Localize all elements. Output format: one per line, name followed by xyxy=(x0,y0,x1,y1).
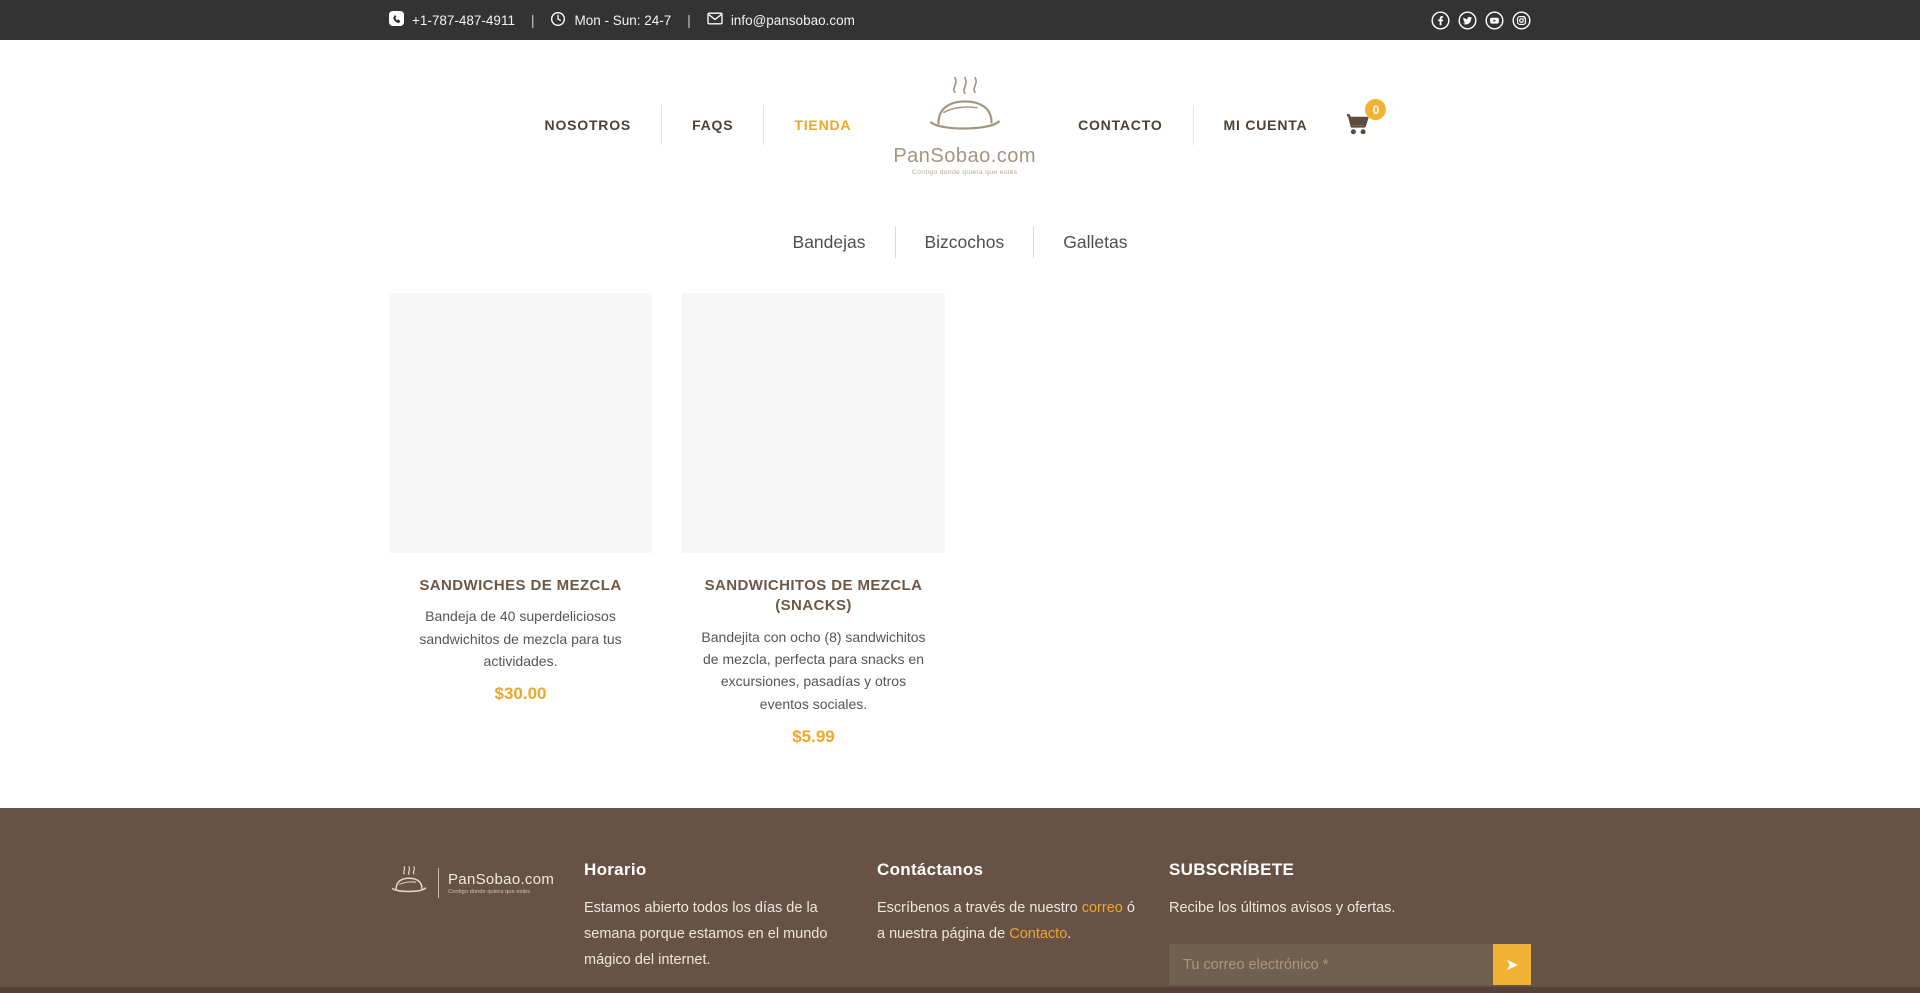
footer-contact-heading: Contáctanos xyxy=(877,860,1139,880)
product-description: Bandejita con ocho (8) sandwichitos de m… xyxy=(695,626,933,716)
phone-number: +1-787-487-4911 xyxy=(412,13,515,28)
product-grid: SANDWICHES DE MEZCLA Bandeja de 40 super… xyxy=(389,293,1531,747)
footer-contact-column: Contáctanos Escríbenos a través de nuest… xyxy=(877,860,1169,985)
nav-item-nosotros[interactable]: NOSOTROS xyxy=(545,117,632,133)
logo-title: PanSobao.com xyxy=(893,145,1036,168)
subscribe-submit-button[interactable]: ➤ xyxy=(1493,944,1531,985)
nav-divider xyxy=(763,105,764,145)
nav-divider xyxy=(1193,105,1194,145)
nav-item-contacto[interactable]: CONTACTO xyxy=(1078,117,1162,133)
hours-text: Mon - Sun: 24-7 xyxy=(574,13,671,28)
tab-divider xyxy=(1033,226,1034,258)
product-image-placeholder[interactable] xyxy=(389,293,652,553)
email-link[interactable]: correo xyxy=(1082,900,1123,916)
nav-item-faqs[interactable]: FAQS xyxy=(692,117,733,133)
product-title[interactable]: SANDWICHITOS DE MEZCLA (SNACKS) xyxy=(682,576,945,617)
site-logo[interactable]: PanSobao.com Contigo donde quiera que es… xyxy=(893,74,1036,176)
subscribe-text: Recibe los últimos avisos y ofertas. xyxy=(1169,895,1531,921)
product-description: Bandeja de 40 superdeliciosos sandwichit… xyxy=(402,605,640,672)
top-bar: +1-787-487-4911 | Mon - Sun: 24-7 | info… xyxy=(0,0,1920,40)
footer-subscribe-column: SUBSCRÍBETE Recibe los últimos avisos y … xyxy=(1169,860,1531,985)
product-card[interactable]: SANDWICHES DE MEZCLA Bandeja de 40 super… xyxy=(389,293,652,747)
category-filter: Bandejas Bizcochos Galletas xyxy=(0,224,1920,260)
footer-bottom-strip xyxy=(0,987,1920,993)
tab-divider xyxy=(895,226,896,258)
tab-bizcochos[interactable]: Bizcochos xyxy=(923,232,1007,253)
topbar-contact-info: +1-787-487-4911 | Mon - Sun: 24-7 | info… xyxy=(389,11,855,30)
footer-hours-text: Estamos abierto todos los días de la sem… xyxy=(584,895,837,973)
site-footer: PanSobao.com Contigo donde quiera que es… xyxy=(0,808,1920,993)
bread-logo-icon xyxy=(923,74,1007,143)
footer-logo-column: PanSobao.com Contigo donde quiera que es… xyxy=(389,860,584,985)
subscribe-heading: SUBSCRÍBETE xyxy=(1169,860,1531,880)
nav-item-mi-cuenta[interactable]: MI CUENTA xyxy=(1224,117,1308,133)
contact-text-after: . xyxy=(1067,926,1071,942)
footer-logo-title: PanSobao.com xyxy=(448,871,554,888)
cart-button[interactable]: 0 xyxy=(1341,108,1375,142)
nav-divider xyxy=(661,105,662,145)
topbar-separator: | xyxy=(683,13,695,28)
bread-logo-icon xyxy=(389,864,429,902)
footer-hours-column: Horario Estamos abierto todos los días d… xyxy=(584,860,877,985)
nav-item-tienda[interactable]: TIENDA xyxy=(794,117,851,133)
subscribe-form: ➤ xyxy=(1169,944,1531,985)
product-title[interactable]: SANDWICHES DE MEZCLA xyxy=(413,576,627,596)
footer-logo[interactable]: PanSobao.com Contigo donde quiera que es… xyxy=(389,864,584,902)
product-card[interactable]: SANDWICHITOS DE MEZCLA (SNACKS) Bandejit… xyxy=(682,293,945,747)
cart-count-badge: 0 xyxy=(1365,99,1386,120)
twitter-icon[interactable] xyxy=(1458,11,1477,30)
facebook-icon[interactable] xyxy=(1431,11,1450,30)
tab-bandejas[interactable]: Bandejas xyxy=(791,232,868,253)
main-navigation: NOSOTROS FAQS TIENDA PanSobao.com Contig… xyxy=(0,40,1920,210)
hours-item: Mon - Sun: 24-7 xyxy=(550,11,671,30)
email-input[interactable] xyxy=(1169,944,1493,985)
logo-tagline: Contigo donde quiera que estés xyxy=(912,169,1017,176)
youtube-icon[interactable] xyxy=(1485,11,1504,30)
contact-text-before: Escríbenos a través de nuestro xyxy=(877,900,1082,916)
email-text: info@pansobao.com xyxy=(731,13,855,28)
contact-page-link[interactable]: Contacto xyxy=(1009,926,1067,942)
tab-galletas[interactable]: Galletas xyxy=(1061,232,1129,253)
envelope-icon xyxy=(707,12,723,28)
site-header: NOSOTROS FAQS TIENDA PanSobao.com Contig… xyxy=(0,40,1920,210)
footer-hours-heading: Horario xyxy=(584,860,837,880)
send-arrow-icon: ➤ xyxy=(1505,955,1518,975)
product-image-placeholder[interactable] xyxy=(682,293,945,553)
footer-logo-divider xyxy=(438,868,439,898)
product-price: $30.00 xyxy=(495,684,547,704)
shop-content: Bandejas Bizcochos Galletas SANDWICHES D… xyxy=(0,210,1920,808)
clock-icon xyxy=(550,11,566,30)
footer-logo-tagline: Contigo donde quiera que estés xyxy=(448,889,554,895)
topbar-separator: | xyxy=(527,13,539,28)
phone-item[interactable]: +1-787-487-4911 xyxy=(389,11,515,29)
social-links xyxy=(1431,11,1531,30)
footer-contact-text: Escríbenos a través de nuestro correo ó … xyxy=(877,895,1139,947)
phone-icon xyxy=(389,11,404,29)
instagram-icon[interactable] xyxy=(1512,11,1531,30)
product-price: $5.99 xyxy=(792,727,835,747)
email-item[interactable]: info@pansobao.com xyxy=(707,12,855,28)
